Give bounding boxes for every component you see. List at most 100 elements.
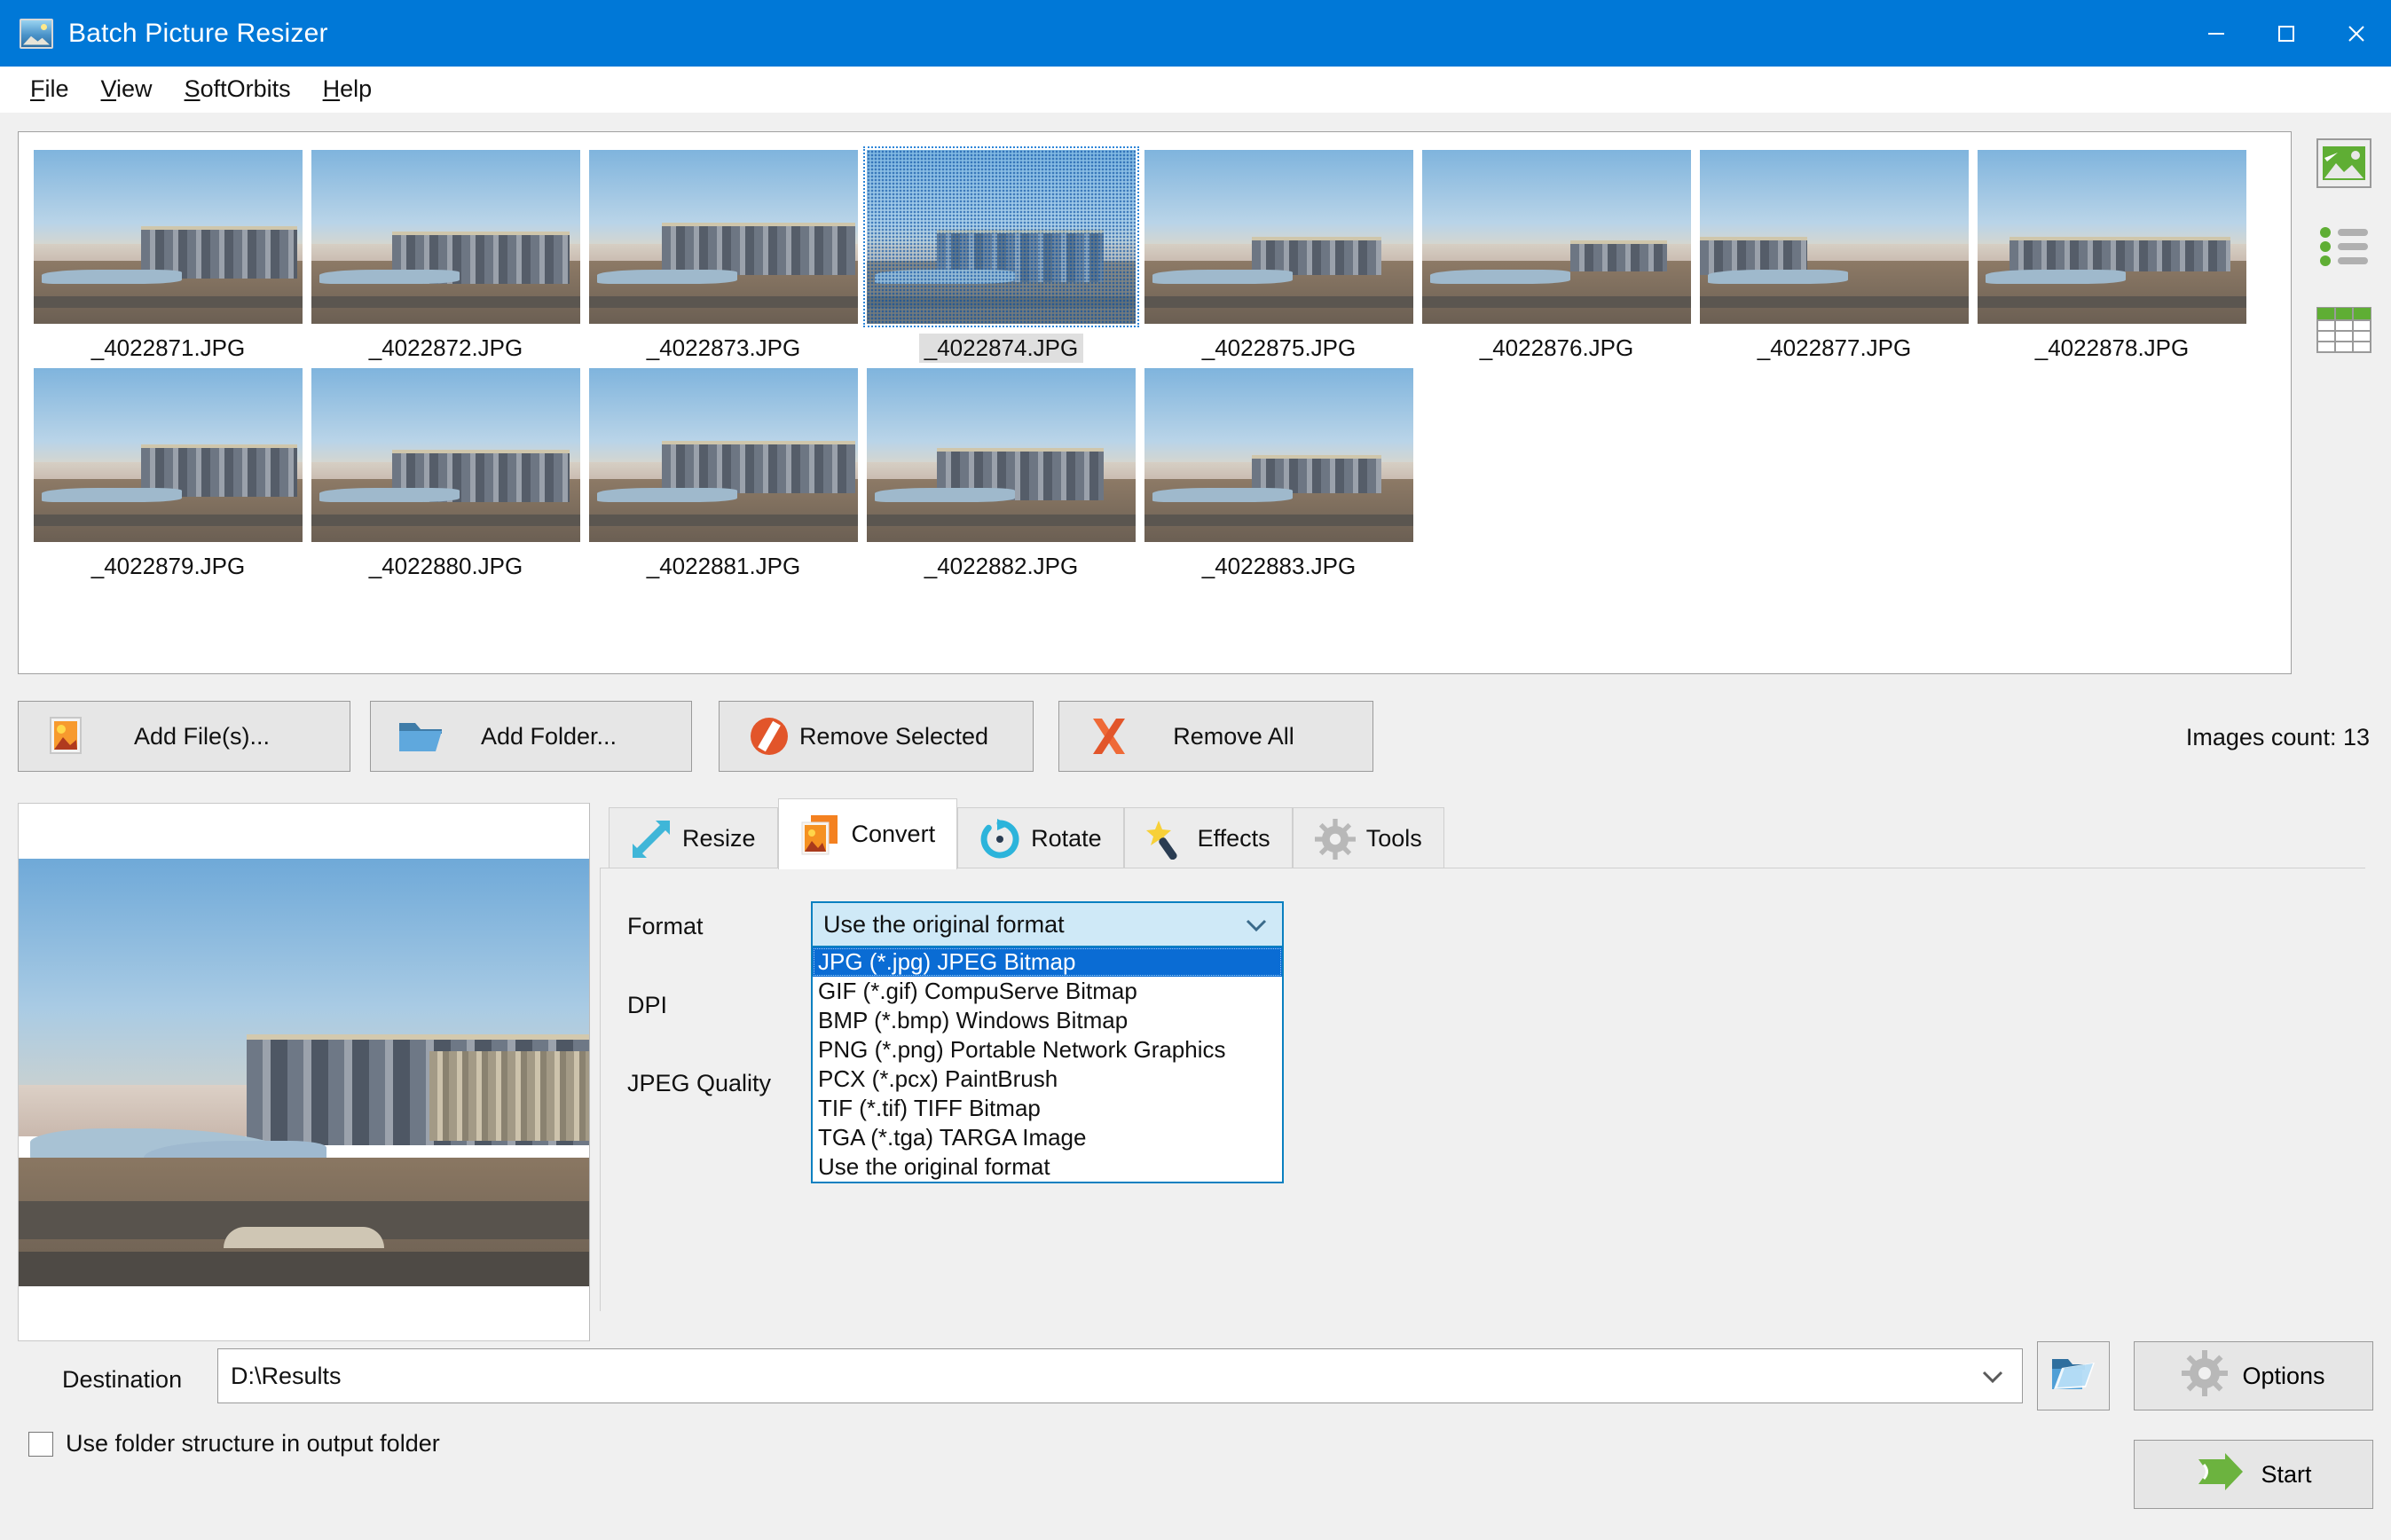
convert-tab-panel: Format DPI JPEG Quality Use the original… bbox=[600, 868, 2365, 1311]
format-combobox-value: Use the original format bbox=[823, 910, 1065, 938]
start-button[interactable]: Start bbox=[2134, 1440, 2373, 1509]
remove-selected-button[interactable]: Remove Selected bbox=[719, 701, 1034, 772]
tab-label: Rotate bbox=[1031, 825, 1102, 852]
thumbnail-image[interactable] bbox=[311, 150, 580, 324]
format-option[interactable]: PNG (*.png) Portable Network Graphics bbox=[813, 1035, 1282, 1065]
format-option[interactable]: BMP (*.bmp) Windows Bitmap bbox=[813, 1006, 1282, 1035]
application-window: Batch Picture Resizer File View SoftOrbi… bbox=[0, 0, 2391, 1540]
chevron-down-icon bbox=[1243, 914, 1270, 941]
thumbnail-item[interactable]: _4022871.JPG bbox=[29, 150, 307, 363]
format-option[interactable]: Use the original format bbox=[813, 1152, 1282, 1182]
thumbnail-item[interactable]: _4022881.JPG bbox=[585, 368, 862, 581]
rotate-icon bbox=[979, 818, 1020, 860]
thumbnail-label: _4022881.JPG bbox=[646, 553, 801, 579]
thumbnail-view-icon[interactable] bbox=[2312, 131, 2376, 195]
thumbnail-image[interactable] bbox=[1422, 150, 1691, 324]
tab-label: Tools bbox=[1365, 825, 1422, 852]
green-arrow-icon bbox=[2195, 1450, 2246, 1499]
thumbnail-image[interactable] bbox=[311, 368, 580, 542]
picture-icon bbox=[43, 716, 93, 757]
format-option[interactable]: TGA (*.tga) TARGA Image bbox=[813, 1123, 1282, 1152]
thumbnail-item[interactable]: _4022874.JPG bbox=[862, 146, 1140, 363]
tab-label: Resize bbox=[682, 825, 756, 852]
thumbnail-item[interactable]: _4022873.JPG bbox=[585, 150, 862, 363]
thumbnail-item[interactable]: _4022877.JPG bbox=[1695, 150, 1973, 363]
destination-input[interactable]: D:\Results bbox=[217, 1348, 2023, 1403]
thumbnail-item[interactable]: _4022879.JPG bbox=[29, 368, 307, 581]
format-dropdown-list[interactable]: JPG (*.jpg) JPEG Bitmap GIF (*.gif) Compu… bbox=[811, 947, 1284, 1183]
menu-item-view[interactable]: View bbox=[85, 72, 169, 106]
list-view-icon[interactable] bbox=[2312, 215, 2376, 279]
add-files-button[interactable]: Add File(s)... bbox=[18, 701, 350, 772]
title-bar: Batch Picture Resizer bbox=[0, 0, 2391, 67]
close-button[interactable] bbox=[2321, 0, 2391, 67]
thumbnail-image[interactable] bbox=[1144, 150, 1413, 324]
thumbnail-image[interactable] bbox=[1144, 368, 1413, 542]
start-label: Start bbox=[2261, 1460, 2312, 1488]
app-icon bbox=[20, 18, 53, 49]
view-mode-toolbar bbox=[2312, 131, 2383, 381]
folder-icon bbox=[396, 716, 445, 757]
thumbnail-item[interactable]: _4022880.JPG bbox=[307, 368, 585, 581]
format-combobox[interactable]: Use the original format bbox=[811, 901, 1284, 947]
thumbnail-image[interactable] bbox=[867, 368, 1136, 542]
tab-tools[interactable]: Tools bbox=[1292, 807, 1444, 869]
format-option[interactable]: PCX (*.pcx) PaintBrush bbox=[813, 1065, 1282, 1094]
menu-item-help[interactable]: Help bbox=[307, 72, 389, 106]
use-folder-structure-checkbox[interactable]: Use folder structure in output folder bbox=[28, 1430, 440, 1458]
chevron-down-icon[interactable] bbox=[1979, 1365, 2006, 1393]
gear-icon bbox=[2182, 1349, 2229, 1402]
thumbnail-label: _4022878.JPG bbox=[2034, 334, 2190, 361]
browse-destination-button[interactable] bbox=[2037, 1341, 2110, 1410]
thumbnail-item[interactable]: _4022875.JPG bbox=[1140, 150, 1418, 363]
thumbnail-label: _4022874.JPG bbox=[918, 334, 1084, 363]
thumbnail-image[interactable] bbox=[589, 150, 858, 324]
menu-label-view-rest: iew bbox=[116, 75, 153, 102]
menu-label-softorbits-rest: oftOrbits bbox=[200, 75, 291, 102]
thumbnail-image[interactable] bbox=[34, 150, 303, 324]
use-folder-structure-label: Use folder structure in output folder bbox=[66, 1430, 440, 1457]
thumbnail-item[interactable]: _4022882.JPG bbox=[862, 368, 1140, 581]
thumbnail-image[interactable] bbox=[863, 146, 1139, 327]
jpeg-quality-label: JPEG Quality bbox=[627, 1070, 772, 1096]
thumbnail-image[interactable] bbox=[589, 368, 858, 542]
format-option[interactable]: TIF (*.tif) TIFF Bitmap bbox=[813, 1094, 1282, 1123]
thumbnail-label: _4022880.JPG bbox=[368, 553, 523, 579]
thumbnail-image[interactable] bbox=[1978, 150, 2246, 324]
format-option[interactable]: JPG (*.jpg) JPEG Bitmap bbox=[813, 947, 1282, 977]
thumbnail-label: _4022877.JPG bbox=[1757, 334, 1912, 361]
tab-label: Convert bbox=[851, 821, 936, 847]
thumbnail-list-panel[interactable]: _4022871.JPG _4022872.JPG _4022873.JPG _402… bbox=[18, 131, 2292, 674]
thumbnail-label: _4022875.JPG bbox=[1201, 334, 1357, 361]
options-label: Options bbox=[2242, 1362, 2325, 1389]
open-folder-icon bbox=[2050, 1354, 2096, 1399]
thumbnail-label: _4022883.JPG bbox=[1201, 553, 1357, 579]
checkbox-box[interactable] bbox=[28, 1431, 53, 1457]
tab-resize[interactable]: Resize bbox=[609, 807, 778, 869]
window-controls bbox=[2181, 0, 2391, 67]
thumbnail-image[interactable] bbox=[34, 368, 303, 542]
thumbnail-item[interactable]: _4022872.JPG bbox=[307, 150, 585, 363]
thumbnail-label: _4022871.JPG bbox=[90, 334, 246, 361]
thumbnail-item[interactable]: _4022878.JPG bbox=[1973, 150, 2251, 363]
menu-item-file[interactable]: File bbox=[14, 72, 85, 106]
add-folder-button[interactable]: Add Folder... bbox=[370, 701, 692, 772]
tab-convert[interactable]: Convert bbox=[777, 798, 958, 869]
tab-effects[interactable]: Effects bbox=[1123, 807, 1293, 869]
remove-all-label: Remove All bbox=[1173, 722, 1294, 750]
thumbnail-image[interactable] bbox=[1700, 150, 1969, 324]
format-option[interactable]: GIF (*.gif) CompuServe Bitmap bbox=[813, 977, 1282, 1006]
minimize-button[interactable] bbox=[2181, 0, 2251, 67]
remove-all-button[interactable]: Remove All bbox=[1058, 701, 1373, 772]
details-view-icon[interactable] bbox=[2312, 298, 2376, 362]
options-button[interactable]: Options bbox=[2134, 1341, 2373, 1410]
tab-rotate[interactable]: Rotate bbox=[957, 807, 1124, 869]
preview-image bbox=[19, 859, 589, 1286]
thumbnail-item[interactable]: _4022876.JPG bbox=[1418, 150, 1695, 363]
thumbnail-item[interactable]: _4022883.JPG bbox=[1140, 368, 1418, 581]
menu-item-softorbits[interactable]: SoftOrbits bbox=[169, 72, 307, 106]
thumbnail-grid: _4022871.JPG _4022872.JPG _4022873.JPG _402… bbox=[19, 132, 2291, 593]
add-folder-label: Add Folder... bbox=[480, 722, 617, 750]
tab-bar: Resize Convert Rotate Effects Tools bbox=[609, 798, 1444, 869]
maximize-button[interactable] bbox=[2251, 0, 2321, 67]
